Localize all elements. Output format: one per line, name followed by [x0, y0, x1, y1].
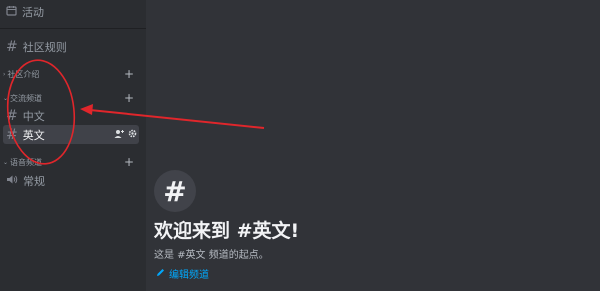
channel-rules[interactable]: # 社区规则	[6, 38, 67, 56]
category-label: 语音频道	[10, 157, 43, 167]
events-label: 活动	[22, 6, 44, 19]
hash-icon: #	[154, 170, 196, 212]
add-channel-button[interactable]: +	[124, 156, 134, 168]
gear-icon[interactable]	[128, 129, 137, 141]
edit-channel-link[interactable]: 编辑频道	[156, 266, 209, 281]
chevron-down-icon: ⌄	[3, 94, 9, 102]
welcome-title: 欢迎来到 #英文!	[154, 220, 300, 242]
chevron-down-icon: ⌄	[3, 158, 9, 166]
welcome-description: 这是 #英文 频道的起点。	[154, 250, 269, 261]
category-label: 交流频道	[10, 93, 43, 103]
channel-label: 社区规则	[22, 41, 67, 54]
hash-icon: #	[6, 127, 18, 143]
calendar-icon	[6, 5, 17, 19]
chevron-right-icon: ›	[3, 70, 6, 78]
events-item[interactable]: 活动	[6, 3, 44, 21]
add-channel-button[interactable]: +	[124, 68, 134, 80]
channel-sidebar: 活动 # 社区规则 › 社区介绍 + ⌄ 交流频道 + # 中文 # 英文 ⌄ …	[0, 0, 146, 291]
sidebar-divider	[0, 28, 146, 29]
channel-label: 常规	[23, 175, 45, 188]
category-label: 社区介绍	[7, 69, 40, 79]
pencil-icon	[156, 268, 165, 280]
hash-icon: #	[6, 39, 18, 55]
channel-label: 英文	[22, 129, 45, 142]
channel-english[interactable]: # 英文	[6, 126, 45, 144]
add-member-icon[interactable]	[114, 129, 124, 141]
category-chat[interactable]: ⌄ 交流频道	[3, 91, 42, 105]
voice-channel-general[interactable]: 常规	[6, 172, 45, 190]
edit-channel-label: 编辑频道	[169, 270, 209, 281]
channel-actions	[114, 129, 137, 141]
channel-label: 中文	[22, 110, 45, 123]
channel-welcome: # 欢迎来到 #英文! 这是 #英文 频道的起点。 编辑频道	[146, 0, 600, 291]
category-intro[interactable]: › 社区介绍	[3, 67, 39, 81]
hash-icon: #	[6, 108, 18, 124]
add-channel-button[interactable]: +	[124, 92, 134, 104]
category-voice[interactable]: ⌄ 语音频道	[3, 155, 42, 169]
channel-chinese[interactable]: # 中文	[6, 107, 45, 125]
speaker-icon	[6, 174, 18, 188]
